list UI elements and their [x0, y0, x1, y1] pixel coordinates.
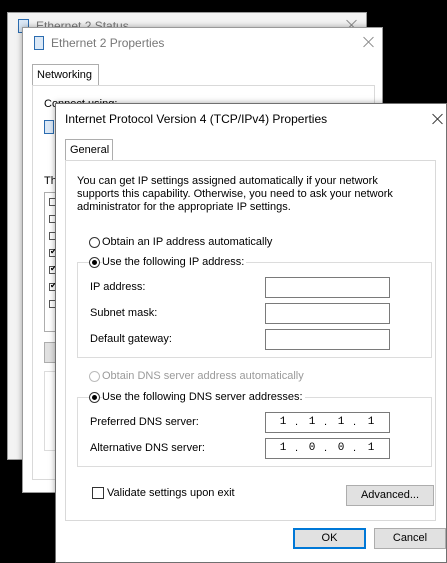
alternative-dns-octet: 1	[279, 442, 287, 454]
preferred-dns-field[interactable]: 1 . 1 . 1 . 1	[265, 412, 390, 433]
general-panel: You can get IP settings assigned automat…	[65, 160, 436, 521]
subnet-mask-field[interactable]	[265, 303, 390, 324]
ipv4-titlebar[interactable]: Internet Protocol Version 4 (TCP/IPv4) P…	[56, 104, 446, 133]
preferred-dns-octet: 1	[279, 416, 287, 428]
default-gateway-field[interactable]	[265, 329, 390, 350]
tab-general[interactable]: General	[65, 139, 113, 161]
properties-titlebar[interactable]: Ethernet 2 Properties	[23, 28, 382, 57]
ip-dot: .	[295, 416, 299, 428]
default-gateway-label: Default gateway:	[90, 333, 172, 345]
ip-dot: .	[324, 416, 328, 428]
preferred-dns-octet: 1	[308, 416, 316, 428]
preferred-dns-octet: 1	[337, 416, 345, 428]
ip-dot: .	[353, 442, 357, 454]
advanced-button[interactable]: Advanced...	[346, 485, 434, 506]
dns-auto-label[interactable]: Obtain DNS server address automatically	[102, 370, 304, 382]
properties-title: Ethernet 2 Properties	[51, 36, 165, 50]
dns-manual-label[interactable]: Use the following DNS server addresses:	[102, 391, 305, 403]
ip-auto-radio[interactable]	[89, 237, 100, 248]
cancel-button[interactable]: Cancel	[374, 528, 446, 549]
validate-label[interactable]: Validate settings upon exit	[107, 487, 235, 499]
ip-dot: .	[324, 442, 328, 454]
ipv4-title: Internet Protocol Version 4 (TCP/IPv4) P…	[65, 112, 328, 126]
ip-manual-label[interactable]: Use the following IP address:	[102, 256, 247, 268]
validate-checkbox[interactable]	[92, 487, 104, 499]
tab-networking-label: Networking	[37, 69, 93, 81]
alternative-dns-octet: 0	[308, 442, 316, 454]
ok-button[interactable]: OK	[293, 528, 366, 549]
ipv4-dialog: Internet Protocol Version 4 (TCP/IPv4) P…	[55, 103, 447, 563]
ip-address-field[interactable]	[265, 277, 390, 298]
tab-networking[interactable]: Networking	[32, 64, 99, 86]
ip-auto-label[interactable]: Obtain an IP address automatically	[102, 236, 272, 248]
tab-general-label: General	[70, 144, 110, 156]
description-text: You can get IP settings assigned automat…	[77, 175, 393, 213]
close-icon[interactable]	[430, 111, 446, 127]
dns-manual-radio[interactable]	[89, 392, 100, 403]
close-icon[interactable]	[361, 34, 377, 50]
ip-dot: .	[295, 442, 299, 454]
alternative-dns-octet: 1	[367, 442, 375, 454]
subnet-mask-label: Subnet mask:	[90, 307, 158, 319]
preferred-dns-label: Preferred DNS server:	[90, 416, 199, 428]
alternative-dns-field[interactable]: 1 . 0 . 0 . 1	[265, 438, 390, 459]
dns-auto-radio[interactable]	[89, 371, 100, 382]
network-adapter-icon	[44, 120, 54, 134]
ip-dot: .	[353, 416, 357, 428]
preferred-dns-octet: 1	[367, 416, 375, 428]
network-adapter-icon	[34, 36, 44, 50]
ip-address-label: IP address:	[90, 281, 146, 293]
alternative-dns-octet: 0	[337, 442, 345, 454]
alternative-dns-label: Alternative DNS server:	[90, 442, 205, 454]
ip-manual-radio[interactable]	[89, 257, 100, 268]
